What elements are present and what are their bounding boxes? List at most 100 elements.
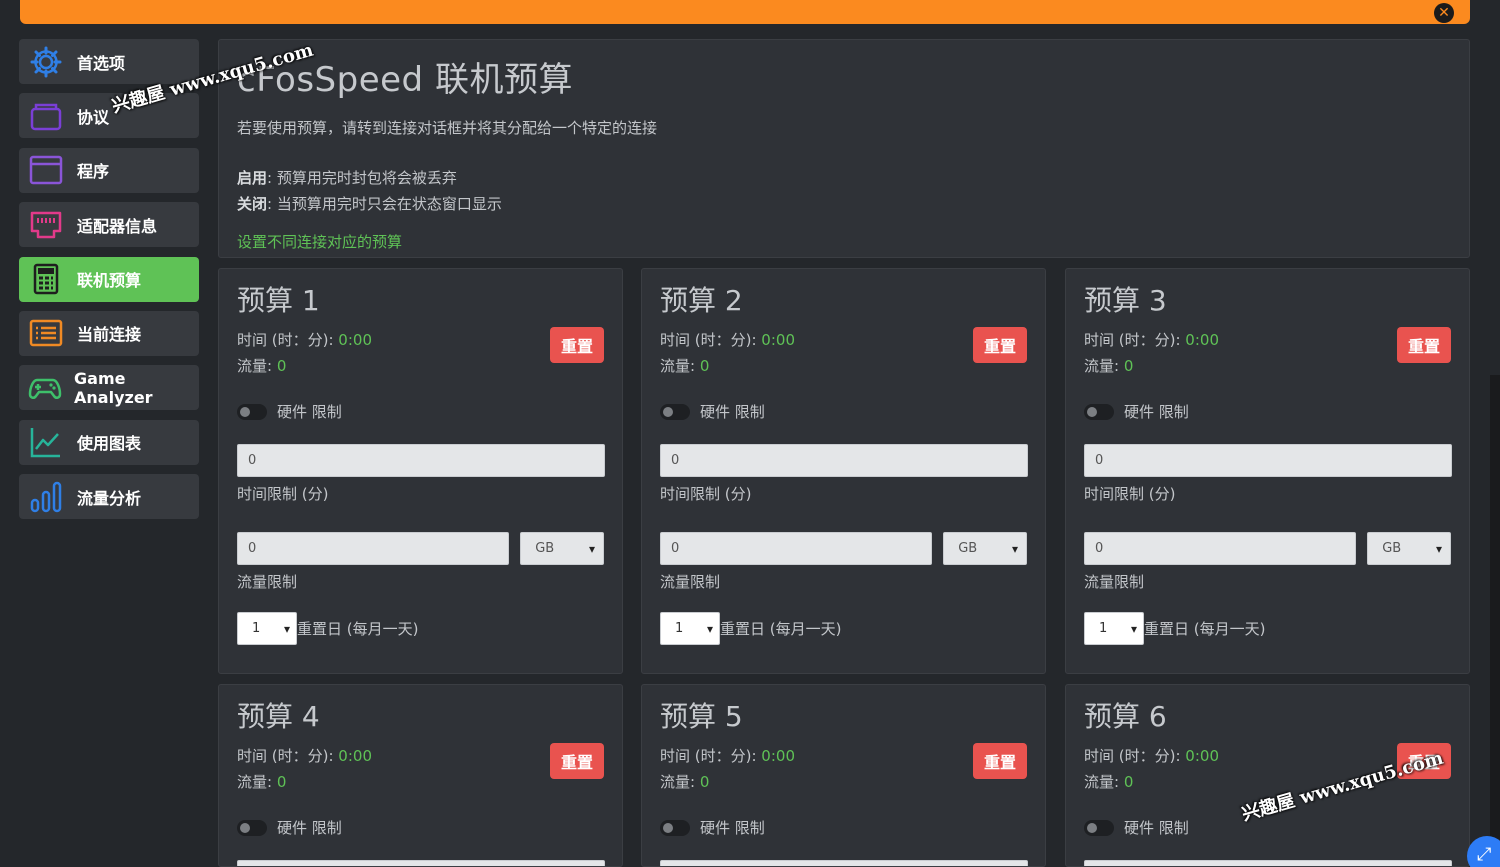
sidebar-item-adapter-info[interactable]: 适配器信息 xyxy=(19,202,199,248)
budget-card-4: 预算 4 时间 (时：分): 0:00 流量: 0 重置 硬件 限制 xyxy=(218,684,623,867)
reset-day-label: 重置日 (每月一天) xyxy=(1144,620,1266,638)
sidebar-item-label: 联机预算 xyxy=(77,271,142,291)
sidebar-item-current-connections[interactable]: 当前连接 xyxy=(19,310,199,356)
enable-explanation: 启用: 预算用完时封包将会被丢弃 xyxy=(237,169,457,187)
time-limit-label: 时间限制 (分) xyxy=(1084,485,1176,503)
traffic-limit-label: 流量限制 xyxy=(237,573,298,591)
reset-day-select[interactable]: 1 ▾ xyxy=(1084,612,1144,645)
sidebar-item-label: 程序 xyxy=(77,162,110,182)
hard-limit-toggle[interactable] xyxy=(237,403,267,420)
hard-limit-label: 硬件 限制 xyxy=(1124,403,1189,421)
time-stat: 时间 (时：分): 0:00 xyxy=(237,331,372,349)
reset-button[interactable]: 重置 xyxy=(973,327,1027,363)
info-panel: cFosSpeed 联机预算 若要使用预算，请转到连接对话框并将其分配给一个特定… xyxy=(218,39,1470,258)
budget-card-5: 预算 5 时间 (时：分): 0:00 流量: 0 重置 硬件 限制 xyxy=(641,684,1046,867)
top-banner: ✕ xyxy=(20,0,1470,24)
reset-day-select[interactable]: 1 ▾ xyxy=(660,612,720,645)
scrollbar[interactable] xyxy=(1490,375,1500,867)
sidebar-item-label: 流量分析 xyxy=(77,488,142,508)
page-description: 若要使用预算，请转到连接对话框并将其分配给一个特定的连接 xyxy=(237,119,658,137)
traffic-limit-input[interactable]: 0 xyxy=(237,532,510,565)
hard-limit-label: 硬件 限制 xyxy=(700,403,765,421)
traffic-stat: 流量: 0 xyxy=(660,357,710,375)
reset-button[interactable]: 重置 xyxy=(550,743,604,779)
reset-button[interactable]: 重置 xyxy=(1397,327,1451,363)
calculator-icon xyxy=(27,261,65,297)
hard-limit-toggle[interactable] xyxy=(1084,403,1114,420)
time-limit-label: 时间限制 (分) xyxy=(237,485,329,503)
time-stat: 时间 (时：分): 0:00 xyxy=(660,747,795,765)
gamepad-icon xyxy=(27,370,62,406)
time-limit-input[interactable]: 0 xyxy=(660,444,1028,477)
gear-icon xyxy=(27,44,65,80)
budget-card-2: 预算 2 时间 (时：分): 0:00 流量: 0 重置 硬件 限制 0 时间限… xyxy=(641,268,1046,674)
sidebar-item-label: 适配器信息 xyxy=(77,216,158,236)
time-limit-input[interactable] xyxy=(660,860,1028,866)
budget-title: 预算 6 xyxy=(1084,700,1167,733)
time-limit-label: 时间限制 (分) xyxy=(660,485,752,503)
protocol-icon xyxy=(27,98,65,134)
budget-card-3: 预算 3 时间 (时：分): 0:00 流量: 0 重置 硬件 限制 0 时间限… xyxy=(1065,268,1470,674)
traffic-unit-select[interactable]: GB ▾ xyxy=(520,532,604,565)
connection-budget-link[interactable]: 设置不同连接对应的预算 xyxy=(237,231,402,252)
time-limit-input[interactable] xyxy=(1084,860,1452,866)
sidebar-item-label: 当前连接 xyxy=(77,325,142,345)
hard-limit-toggle[interactable] xyxy=(1084,819,1114,836)
sidebar-item-label: 协议 xyxy=(77,107,110,127)
reset-day-select[interactable]: 1 ▾ xyxy=(237,612,297,645)
time-limit-input[interactable] xyxy=(237,860,605,866)
reset-day-label: 重置日 (每月一天) xyxy=(297,620,419,638)
budget-title: 预算 3 xyxy=(1084,284,1167,317)
traffic-stat: 流量: 0 xyxy=(660,773,710,791)
time-limit-input[interactable]: 0 xyxy=(237,444,605,477)
sidebar-item-label: Game Analyzer xyxy=(74,368,153,407)
sidebar-item-label: 首选项 xyxy=(77,53,126,73)
sidebar-item-label: 使用图表 xyxy=(77,434,142,454)
hard-limit-label: 硬件 限制 xyxy=(700,819,765,837)
traffic-unit-select[interactable]: GB ▾ xyxy=(943,532,1027,565)
time-stat: 时间 (时：分): 0:00 xyxy=(660,331,795,349)
sidebar-item-traffic-analysis[interactable]: 流量分析 xyxy=(19,474,199,520)
reset-button[interactable]: 重置 xyxy=(973,743,1027,779)
chevron-down-icon: ▾ xyxy=(1130,621,1137,636)
traffic-stat: 流量: 0 xyxy=(1084,357,1134,375)
sidebar-item-programs[interactable]: 程序 xyxy=(19,147,199,193)
budget-title: 预算 1 xyxy=(237,284,320,317)
line-chart-icon xyxy=(27,424,65,460)
time-stat: 时间 (时：分): 0:00 xyxy=(1084,331,1219,349)
traffic-limit-input[interactable]: 0 xyxy=(1084,532,1357,565)
reset-button[interactable]: 重置 xyxy=(550,327,604,363)
hard-limit-toggle[interactable] xyxy=(237,819,267,836)
sidebar-item-online-budget[interactable]: 联机预算 xyxy=(19,256,199,302)
close-icon[interactable]: ✕ xyxy=(1434,3,1454,23)
hard-limit-label: 硬件 限制 xyxy=(1124,819,1189,837)
budget-title: 预算 4 xyxy=(237,700,320,733)
traffic-limit-label: 流量限制 xyxy=(1084,573,1145,591)
hard-limit-label: 硬件 限制 xyxy=(277,403,342,421)
window-icon xyxy=(27,152,65,188)
traffic-limit-label: 流量限制 xyxy=(660,573,721,591)
disable-explanation: 关闭: 当预算用完时只会在状态窗口显示 xyxy=(237,195,502,213)
chevron-down-icon: ▾ xyxy=(283,621,290,636)
chevron-down-icon: ▾ xyxy=(706,621,713,636)
expand-icon[interactable]: ⤢ xyxy=(1467,836,1500,867)
traffic-stat: 流量: 0 xyxy=(237,357,287,375)
hard-limit-toggle[interactable] xyxy=(660,819,690,836)
traffic-stat: 流量: 0 xyxy=(237,773,287,791)
chevron-down-icon: ▾ xyxy=(588,541,595,556)
bar-chart-icon xyxy=(27,479,65,515)
chevron-down-icon: ▾ xyxy=(1435,541,1442,556)
ethernet-icon xyxy=(27,207,65,243)
time-limit-input[interactable]: 0 xyxy=(1084,444,1452,477)
hard-limit-label: 硬件 限制 xyxy=(277,819,342,837)
traffic-limit-input[interactable]: 0 xyxy=(660,532,933,565)
budget-title: 预算 2 xyxy=(660,284,743,317)
time-stat: 时间 (时：分): 0:00 xyxy=(237,747,372,765)
chevron-down-icon: ▾ xyxy=(1011,541,1018,556)
budget-card-1: 预算 1 时间 (时：分): 0:00 流量: 0 重置 硬件 限制 0 时间限… xyxy=(218,268,623,674)
traffic-unit-select[interactable]: GB ▾ xyxy=(1367,532,1451,565)
list-icon xyxy=(27,315,65,351)
hard-limit-toggle[interactable] xyxy=(660,403,690,420)
sidebar-item-game-analyzer[interactable]: Game Analyzer xyxy=(19,365,199,411)
sidebar-item-usage-chart[interactable]: 使用图表 xyxy=(19,419,199,465)
